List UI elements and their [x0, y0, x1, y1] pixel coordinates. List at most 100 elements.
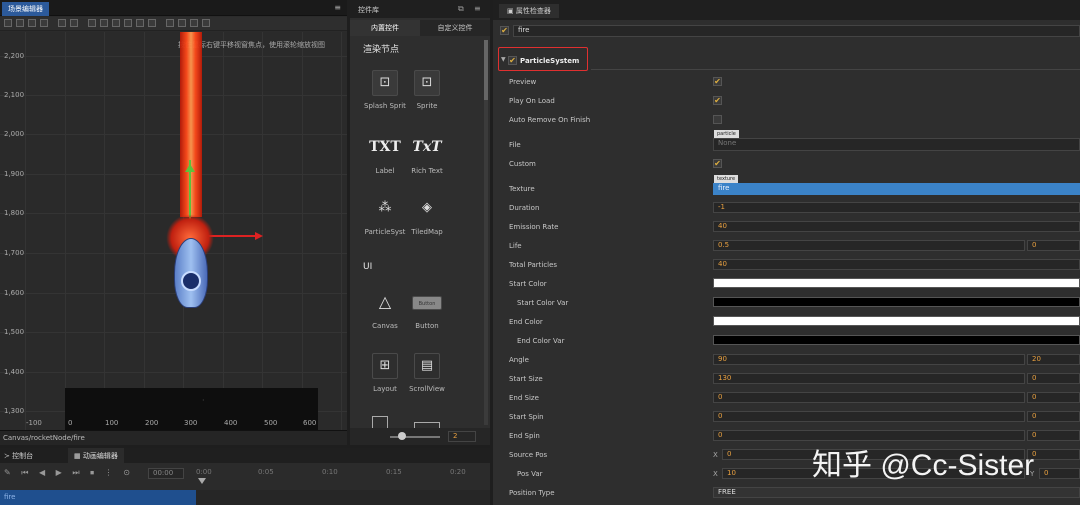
collapse-arrow-icon[interactable]: ▼ [501, 56, 506, 63]
y-axis-label: 1,900 [4, 170, 25, 178]
align-center-icon[interactable] [136, 19, 144, 27]
selected-node-row[interactable]: fire [0, 490, 196, 505]
zoom-input[interactable]: 2 [448, 431, 476, 442]
prop-label: Play On Load [509, 97, 555, 105]
prop-label: End Color Var [517, 337, 565, 345]
library-item-sprite[interactable]: ⊡ Sprite [406, 70, 448, 110]
library-scrollbar[interactable] [484, 40, 488, 425]
library-item-scrollview[interactable]: ▤ ScrollView [406, 353, 448, 393]
playhead-icon[interactable] [198, 478, 206, 484]
prop-label: Start Color Var [517, 299, 569, 307]
distribute-h-icon[interactable] [178, 19, 186, 27]
y-axis-label: 2,000 [4, 130, 25, 138]
align-bottom-icon[interactable] [112, 19, 120, 27]
panel-menu-icon[interactable]: ≡ [334, 3, 341, 12]
library-item-button[interactable]: Button Button [406, 290, 448, 330]
library-item-layout[interactable]: ⊞ Layout [364, 353, 406, 393]
position-type-select[interactable]: FREE [713, 487, 1080, 498]
align-middle-icon[interactable] [100, 19, 108, 27]
end-color-swatch[interactable] [713, 316, 1080, 326]
library-item-canvas[interactable]: △ Canvas [364, 290, 406, 330]
align-right-icon[interactable] [148, 19, 156, 27]
angle-var-input[interactable]: 20 [1027, 354, 1080, 365]
end-size-input[interactable]: 0 [713, 392, 1025, 403]
scale-tool-icon[interactable] [28, 19, 36, 27]
library-item-label: ScrollView [409, 385, 445, 393]
library-item-label-node[interactable]: TXT Label [364, 133, 406, 175]
play-on-load-checkbox[interactable]: ✔ [713, 96, 722, 105]
distribute-center-icon[interactable] [202, 19, 210, 27]
slider-handle[interactable] [398, 432, 406, 440]
scene-editor-tab[interactable]: 场景编辑器 [2, 2, 49, 16]
end-spin-var-input[interactable]: 0 [1027, 430, 1080, 441]
life-input[interactable]: 0.5 [713, 240, 1025, 251]
distribute-v-icon[interactable] [190, 19, 198, 27]
start-color-var-swatch[interactable] [713, 297, 1080, 307]
inspector-tab[interactable]: ▣ 属性检查器 [499, 4, 559, 18]
angle-input[interactable]: 90 [713, 354, 1025, 365]
source-pos-y-input[interactable]: 0 [1027, 449, 1080, 460]
scene-canvas[interactable]: 2,200 2,100 2,000 1,900 1,800 1,700 1,60… [0, 32, 347, 430]
time-input[interactable]: 00:00 [148, 468, 184, 479]
prop-label: End Color [509, 318, 543, 326]
auto-remove-checkbox[interactable] [713, 115, 722, 124]
tab-console[interactable]: ≻ 控制台 [4, 451, 33, 461]
timeline-track[interactable] [196, 490, 490, 505]
library-item-rich-text[interactable]: TxT Rich Text [406, 133, 448, 175]
align-left-icon[interactable] [124, 19, 132, 27]
node-name-input[interactable]: fire [513, 25, 1080, 37]
x-arrow-icon[interactable] [255, 232, 263, 240]
start-spin-input[interactable]: 0 [713, 411, 1025, 422]
total-particles-input[interactable]: 40 [713, 259, 1080, 270]
axis-x-label: X [713, 451, 718, 459]
move-tool-icon[interactable] [4, 19, 12, 27]
life-var-input[interactable]: 0 [1027, 240, 1080, 251]
library-title: 控件库 [358, 6, 379, 14]
timeline-tick: 0:20 [450, 468, 466, 476]
distribute-icon[interactable] [166, 19, 174, 27]
texture-asset-field[interactable]: fire [713, 183, 1080, 195]
local-toggle-icon[interactable] [70, 19, 78, 27]
end-size-var-input[interactable]: 0 [1027, 392, 1080, 403]
start-spin-var-input[interactable]: 0 [1027, 411, 1080, 422]
pivot-toggle-icon[interactable] [58, 19, 66, 27]
prop-label: Start Spin [509, 413, 544, 421]
library-item-splash-sprite[interactable]: ⊡ Splash Sprit [364, 70, 406, 110]
start-color-swatch[interactable] [713, 278, 1080, 288]
emission-rate-input[interactable]: 40 [713, 221, 1080, 232]
component-enable-checkbox[interactable]: ✔ [508, 56, 517, 65]
prop-label: Life [509, 242, 522, 250]
library-tabs: 内置控件 自定义控件 [350, 20, 490, 36]
preview-checkbox[interactable]: ✔ [713, 77, 722, 86]
anim-controls[interactable]: ✎ ⏮ ◀ ▶ ⏭ ⏹ ⋮ ⊙ [4, 468, 134, 478]
panel-menu-icon[interactable]: ≡ [474, 4, 481, 13]
node-active-checkbox[interactable]: ✔ [500, 26, 509, 35]
custom-checkbox[interactable]: ✔ [713, 159, 722, 168]
popout-icon[interactable]: ⧉ [458, 4, 464, 14]
x-axis-label: 100 [105, 419, 119, 427]
tab-custom[interactable]: 自定义控件 [420, 20, 490, 36]
tiledmap-icon: ◈ [422, 200, 432, 215]
library-item-tiledmap[interactable]: ◈ TiledMap [406, 196, 448, 236]
inspector-titlebar [493, 0, 1080, 20]
x-axis-label: 0 [68, 419, 73, 427]
tab-animation-editor[interactable]: ▦ 动画编辑器 [68, 448, 124, 463]
tab-builtin[interactable]: 内置控件 [350, 20, 420, 36]
library-item-label: Layout [373, 385, 397, 393]
duration-input[interactable]: -1 [713, 202, 1080, 213]
library-item-label: Button [415, 322, 439, 330]
library-item-particle-system[interactable]: ⁂ ParticleSyst [364, 196, 406, 236]
rect-tool-icon[interactable] [40, 19, 48, 27]
fire-particles[interactable] [180, 32, 202, 217]
start-size-input[interactable]: 130 [713, 373, 1025, 384]
end-color-var-swatch[interactable] [713, 335, 1080, 345]
y-arrow-icon[interactable] [185, 164, 195, 172]
file-asset-field[interactable]: None [713, 138, 1080, 151]
component-title[interactable]: ParticleSystem [520, 57, 579, 65]
y-axis-label: 2,200 [4, 52, 25, 60]
rotate-tool-icon[interactable] [16, 19, 24, 27]
more-widget-icon[interactable] [372, 416, 388, 428]
start-size-var-input[interactable]: 0 [1027, 373, 1080, 384]
pos-var-y-input[interactable]: 0 [1039, 468, 1080, 479]
align-top-icon[interactable] [88, 19, 96, 27]
